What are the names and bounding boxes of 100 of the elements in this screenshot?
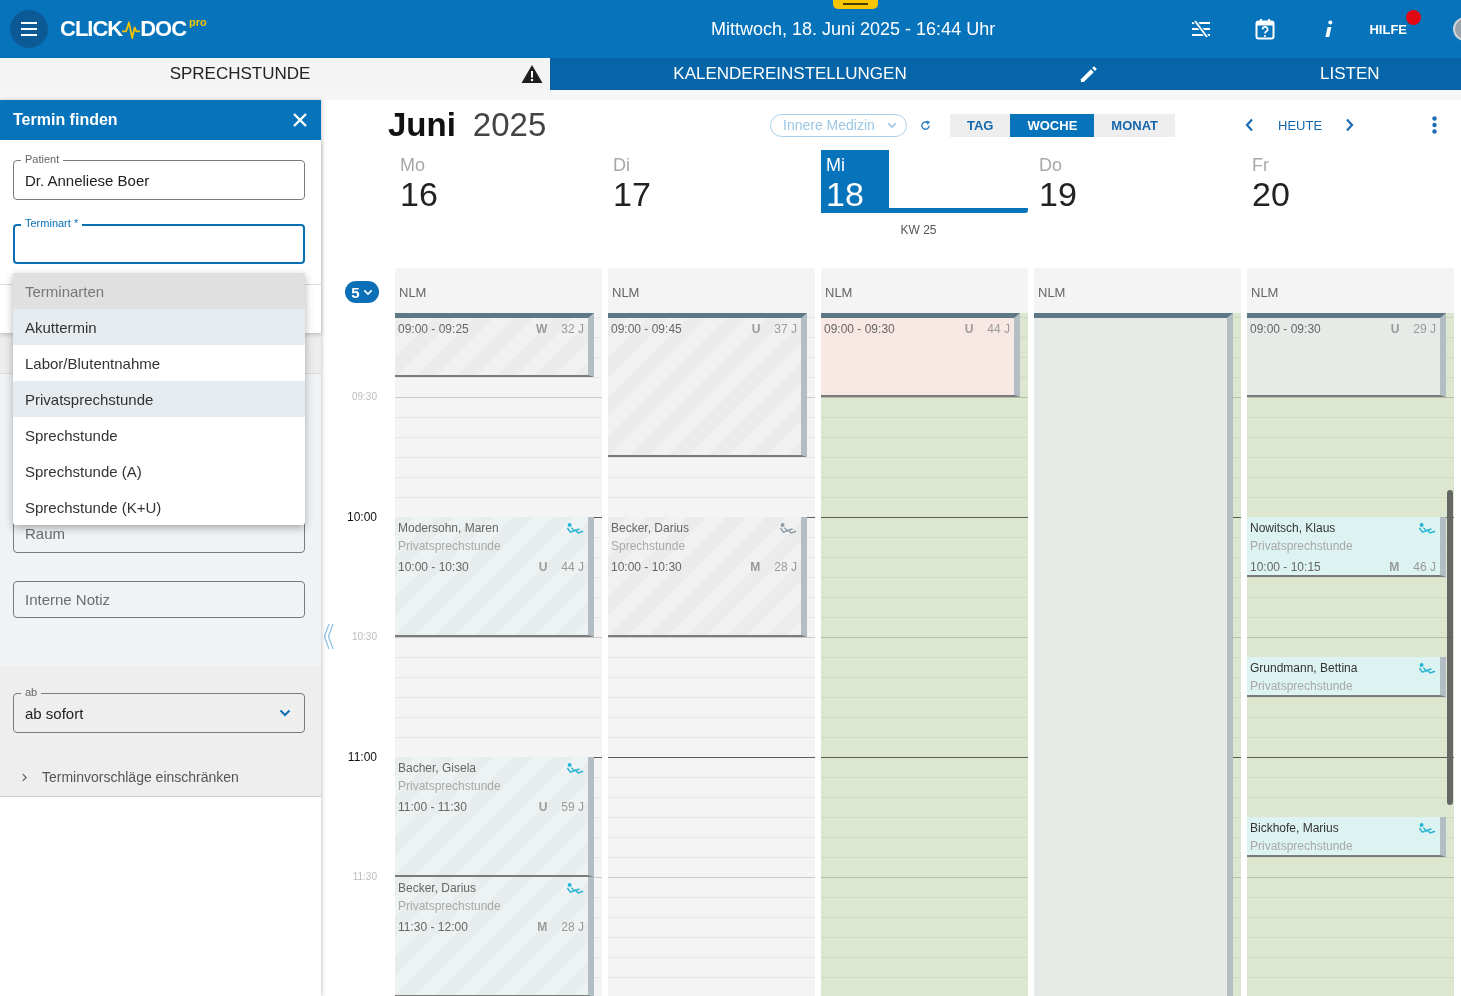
dropdown-option[interactable]: Sprechstunde: [13, 417, 305, 453]
calendar-question-icon[interactable]: [1255, 18, 1276, 40]
appointment-block[interactable]: 09:00 - 09:45 U 37 J: [608, 313, 807, 457]
patient-age: 44 J: [561, 559, 584, 576]
view-button[interactable]: MONAT: [1094, 113, 1176, 137]
strikethrough-list-icon[interactable]: [1190, 20, 1213, 38]
appointment-block[interactable]: Grundmann, Bettina Privatsprechstunde: [1247, 657, 1446, 697]
dropdown-option[interactable]: Privatsprechstunde: [13, 381, 305, 417]
dropdown-option[interactable]: Akuttermin: [13, 309, 305, 345]
patient-age: 28 J: [774, 559, 797, 576]
info-icon[interactable]: [1323, 20, 1334, 38]
weekday-label: Mo: [400, 154, 426, 176]
appointment-block[interactable]: Nowitsch, Klaus Privatsprechstunde 10:00 - 10:15 M 46 J: [1247, 517, 1446, 577]
menu-icon[interactable]: [10, 10, 48, 48]
chevron-down-icon: [887, 121, 897, 129]
resource-header: NLM: [608, 268, 815, 313]
appointment-time: 11:00 - 11:30: [398, 799, 467, 816]
day-number: 20: [1252, 176, 1291, 212]
patient-age: 29 J: [1413, 321, 1436, 338]
dropdown-option[interactable]: Labor/Blutentnahme: [13, 345, 305, 381]
resource-header: NLM: [821, 268, 1028, 313]
appointment-block[interactable]: 09:00 - 09:30 U 29 J: [1247, 313, 1446, 397]
resource-count-button[interactable]: 5: [345, 281, 379, 303]
logo-wordmark: CLICK: [60, 16, 123, 42]
patient-name: Modersohn, Maren: [398, 520, 499, 537]
menu-heading: Terminarten: [13, 273, 305, 309]
patient-age: 59 J: [561, 799, 584, 816]
appointment-type: Sprechstunde: [611, 538, 686, 555]
resource-header: NLM: [1034, 268, 1241, 313]
appointment-block[interactable]: 09:00 - 09:30 U 44 J: [821, 313, 1020, 397]
appointment-block[interactable]: 09:00 - 09:25 W 32 J: [395, 313, 594, 377]
appointment-time: 11:30 - 12:00: [398, 919, 468, 936]
day-number: 17: [613, 176, 652, 212]
chevron-right-icon[interactable]: [1345, 118, 1355, 132]
time-label: 10:00: [346, 510, 377, 524]
pencil-icon[interactable]: [1079, 64, 1098, 84]
drawer-handle[interactable]: [833, 0, 878, 9]
patient-name: Nowitsch, Klaus: [1250, 520, 1336, 537]
chevron-down-icon: [279, 709, 291, 717]
field-label: Terminart *: [21, 216, 83, 230]
patient-name: Becker, Darius: [611, 520, 690, 537]
note-field[interactable]: Interne Notiz: [13, 581, 305, 618]
gender-code: M: [750, 559, 761, 576]
view-button[interactable]: WOCHE: [1010, 113, 1095, 137]
appointment-time: 09:00 - 09:30: [1250, 321, 1321, 338]
appointment-block[interactable]: Bacher, Gisela Privatsprechstunde 11:00 - 11:30 U 59 J: [395, 757, 594, 877]
tab[interactable]: SPRECHSTUNDE: [0, 58, 550, 90]
day-header[interactable]: Mo 16: [395, 150, 602, 213]
chevron-down-icon: [362, 288, 373, 296]
appointment-time: 10:00 - 10:30: [611, 559, 682, 576]
appointment-block[interactable]: Becker, Darius Sprechstunde 10:00 - 10:30 M 28 J: [608, 517, 807, 637]
patient-age: 46 J: [1413, 559, 1436, 575]
warning-icon: [521, 64, 543, 84]
appointment-time: 09:00 - 09:30: [824, 321, 895, 338]
time-label: 10:30: [351, 631, 377, 643]
resource-header: NLM: [395, 268, 602, 313]
patient-age: 44 J: [987, 321, 1010, 338]
help-link[interactable]: HILFE: [1369, 21, 1407, 37]
scrollbar-thumb[interactable]: [1447, 490, 1453, 805]
appointment-block[interactable]: Bickhofe, Marius Privatsprechstunde: [1247, 817, 1446, 857]
day-header[interactable]: Fr 20: [1247, 150, 1454, 213]
appointment-time: 10:00 - 10:15: [1250, 559, 1321, 575]
patient-name: Becker, Darius: [398, 880, 477, 897]
today-button[interactable]: HEUTE: [1278, 117, 1323, 133]
day-header[interactable]: Mi 18: [821, 150, 1028, 213]
patient-age: 28 J: [561, 919, 584, 936]
chevron-left-icon[interactable]: [1245, 118, 1255, 132]
refresh-icon[interactable]: [920, 119, 931, 131]
time-label: 09:30: [351, 391, 377, 403]
field-label: ab: [21, 685, 42, 699]
gender-code: M: [1389, 559, 1400, 575]
avatar-icon[interactable]: [1452, 16, 1461, 42]
appointment-time: 09:00 - 09:25: [398, 321, 469, 338]
time-label: 11:30: [352, 871, 377, 883]
chevron-right-icon: [22, 772, 27, 782]
day-number: 19: [1039, 176, 1078, 212]
appointment-block[interactable]: Becker, Darius Privatsprechstunde 11:30 - 12:00 M 28 J: [395, 877, 594, 996]
weekday-label: Fr: [1252, 154, 1270, 176]
patient-age: 37 J: [774, 321, 797, 338]
close-icon[interactable]: [292, 112, 308, 128]
logo-wordmark: DOC: [140, 16, 187, 42]
appointment-time: 10:00 - 10:30: [398, 559, 469, 576]
patient-name: Bickhofe, Marius: [1250, 820, 1339, 837]
day-header[interactable]: Di 17: [608, 150, 815, 213]
weekday-label: Mi: [826, 154, 846, 176]
patient-name: Bacher, Gisela: [398, 760, 477, 777]
restrict-suggestions-toggle[interactable]: Terminvorschläge einschränken: [13, 765, 239, 789]
date-time-label: Mittwoch, 18. Juni 2025 - 16:44 Uhr: [711, 18, 996, 40]
kebab-menu-icon[interactable]: [1432, 116, 1437, 134]
week-number-label: KW 25: [900, 223, 937, 237]
appointment-block[interactable]: Modersohn, Maren Privatsprechstunde 10:00 - 10:30 U 44 J: [395, 517, 594, 637]
appointment-type: Privatsprechstunde: [398, 778, 501, 795]
gender-code: U: [964, 321, 974, 338]
year-label: 2025: [472, 106, 547, 144]
view-button[interactable]: TAG: [950, 113, 1011, 137]
day-number: 18: [826, 176, 865, 212]
weekday-label: Di: [613, 154, 631, 176]
appointment-time: 09:00 - 09:45: [611, 321, 682, 338]
dropdown-option[interactable]: Sprechstunde (A): [13, 453, 305, 489]
day-header[interactable]: Do 19: [1034, 150, 1241, 213]
